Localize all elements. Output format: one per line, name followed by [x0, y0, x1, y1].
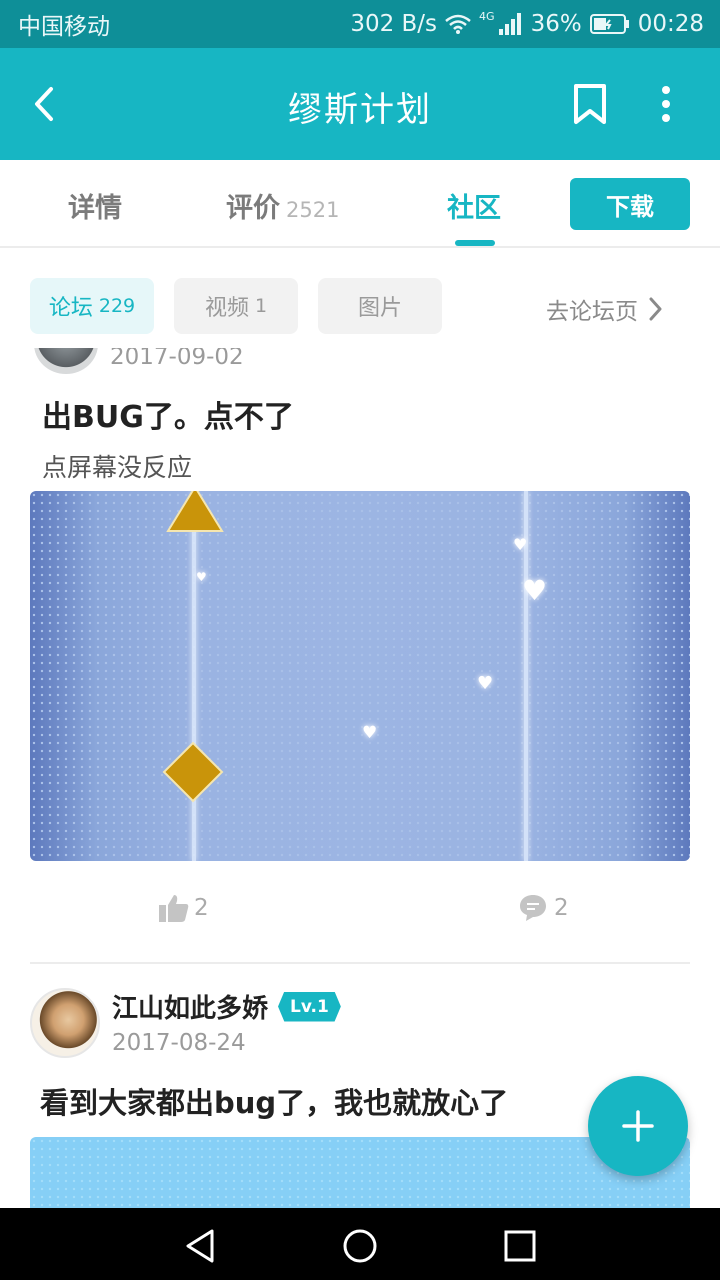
tab-community-label: 社区: [447, 193, 501, 224]
heart-icon: ♥: [513, 535, 528, 554]
download-button[interactable]: 下载: [570, 178, 690, 230]
triangle-back-icon: [186, 1229, 214, 1263]
nav-home-button[interactable]: [340, 1226, 380, 1266]
like-count: 2: [194, 895, 209, 921]
tab-detail[interactable]: 详情: [68, 186, 122, 225]
status-bar: 中国移动 302 B/s 4G 36% 00:28: [0, 0, 720, 48]
signal-icon: [498, 13, 523, 35]
chip-video-count: 1: [254, 295, 268, 317]
chip-video-label: 视频: [204, 296, 249, 321]
bookmark-button[interactable]: [568, 80, 612, 128]
filter-chips: 论坛 229 视频 1 图片 去论坛页: [0, 248, 720, 348]
author-name: 江山如此多娇: [112, 994, 269, 1024]
battery-icon: [589, 14, 630, 34]
chevron-right-icon: [649, 297, 662, 321]
divider: [30, 962, 690, 964]
level-badge: Lv.1: [278, 991, 341, 1022]
tab-detail-label: 详情: [68, 193, 122, 224]
tab-community[interactable]: 社区: [447, 186, 501, 225]
lane-line: [192, 491, 196, 861]
clock: 00:28: [637, 11, 704, 37]
tab-review[interactable]: 评价 2521: [226, 186, 339, 225]
heart-icon: ♥: [477, 673, 494, 694]
chip-video[interactable]: 视频 1: [174, 278, 298, 334]
chip-photo[interactable]: 图片: [318, 278, 442, 334]
avatar[interactable]: [34, 348, 98, 374]
comment-icon: [520, 895, 546, 921]
diamond-note-icon: [162, 741, 224, 803]
goto-forum-link[interactable]: 去论坛页: [546, 292, 662, 326]
post-image[interactable]: [30, 1137, 690, 1208]
chip-forum[interactable]: 论坛 229: [30, 278, 154, 334]
post-actions: 2 2: [0, 893, 720, 933]
tab-review-label: 评价: [226, 193, 280, 224]
circle-home-icon: [343, 1229, 377, 1263]
more-vertical-icon: [662, 86, 670, 122]
network-speed: 302 B/s: [350, 11, 438, 37]
post-image[interactable]: ♥ ♥ ♥ ♥ ♥: [30, 491, 690, 861]
thumbs-up-icon: [159, 895, 189, 922]
post-body[interactable]: 点屏幕没反应: [42, 448, 192, 484]
review-count: 2521: [286, 198, 340, 222]
carrier-label: 中国移动: [18, 14, 110, 40]
post-title[interactable]: 看到大家都出bug了，我也就放心了: [40, 1080, 508, 1122]
comment-count: 2: [554, 895, 569, 921]
comment-button[interactable]: 2: [518, 893, 569, 923]
plus-icon: [622, 1110, 654, 1142]
triangle-note-icon: [166, 491, 224, 532]
app-screen: 中国移动 302 B/s 4G 36% 00:28 缪斯计划 详情 评价 252…: [0, 0, 720, 1280]
post-feed[interactable]: 2017-09-02 出BUG了。点不了 点屏幕没反应 ♥ ♥ ♥ ♥ ♥ 2 …: [0, 348, 720, 1208]
like-button[interactable]: 2: [158, 893, 209, 923]
chip-photo-label: 图片: [357, 296, 402, 321]
chip-forum-label: 论坛: [48, 296, 93, 321]
post-date: 2017-09-02: [110, 348, 244, 370]
chip-forum-count: 229: [98, 295, 136, 317]
heart-icon: ♥: [196, 570, 207, 584]
active-tab-indicator: [455, 240, 495, 246]
status-indicators: 302 B/s 4G 36% 00:28: [350, 9, 704, 38]
nav-back-button[interactable]: [180, 1226, 220, 1266]
heart-icon: ♥: [362, 723, 378, 743]
new-post-button[interactable]: [588, 1076, 688, 1176]
app-bar: 缪斯计划: [0, 48, 720, 160]
bookmark-icon: [574, 84, 606, 124]
more-options-button[interactable]: [648, 80, 684, 128]
goto-forum-label: 去论坛页: [546, 299, 638, 325]
nav-recents-button[interactable]: [500, 1226, 540, 1266]
tab-bar: 详情 评价 2521 社区 下载: [0, 160, 720, 248]
battery-percent: 36%: [530, 11, 582, 37]
post-title[interactable]: 出BUG了。点不了: [42, 392, 294, 436]
system-nav-bar: [0, 1208, 720, 1280]
heart-icon: ♥: [522, 574, 548, 607]
post-date: 2017-08-24: [112, 1030, 246, 1056]
wifi-icon: [445, 14, 471, 34]
page-title: 缪斯计划: [288, 90, 432, 130]
avatar[interactable]: [30, 988, 100, 1058]
square-recents-icon: [504, 1230, 536, 1262]
network-type: 4G: [479, 9, 495, 23]
post-author[interactable]: 江山如此多娇 Lv.1: [112, 988, 341, 1025]
